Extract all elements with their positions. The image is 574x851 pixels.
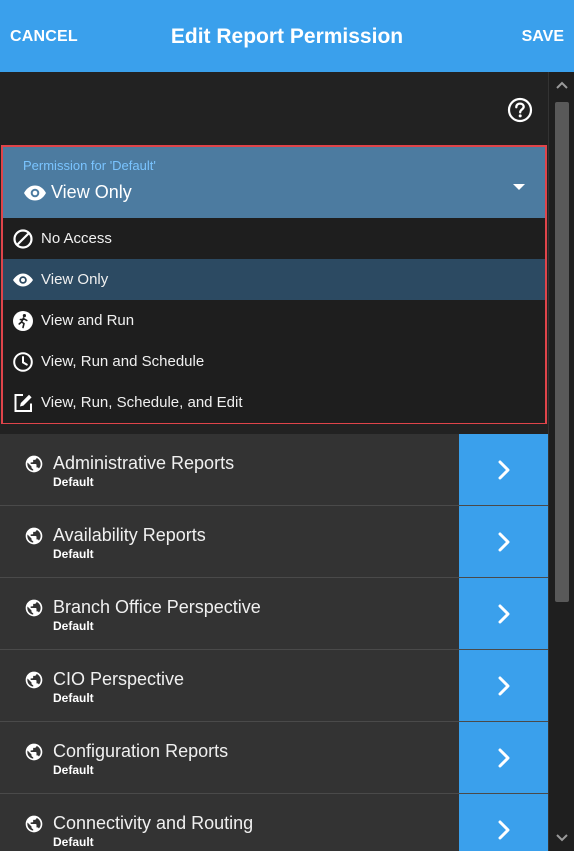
- page-title: Edit Report Permission: [170, 25, 404, 48]
- edit-icon: [12, 392, 34, 414]
- chevron-right-icon: [498, 460, 509, 479]
- save-button[interactable]: SAVE: [522, 28, 564, 46]
- option-label: No Access: [41, 230, 112, 247]
- eye-icon: [12, 269, 34, 291]
- globe-icon: [24, 742, 44, 762]
- option-label: View Only: [41, 271, 109, 288]
- permission-value: View Only: [51, 182, 132, 202]
- scroll-up-icon[interactable]: [549, 74, 574, 96]
- open-report-button[interactable]: [459, 578, 548, 649]
- option-label: View, Run, Schedule, and Edit: [41, 394, 243, 411]
- option-view-run-schedule-edit[interactable]: View, Run, Schedule, and Edit: [3, 382, 545, 423]
- option-no-access[interactable]: No Access: [3, 218, 545, 259]
- scroll-down-icon[interactable]: [549, 827, 574, 849]
- permission-label: Permission for 'Default': [23, 158, 156, 173]
- help-icon[interactable]: [506, 96, 534, 124]
- report-permission: Default: [53, 691, 94, 705]
- permission-dropdown: Permission for 'Default' View Only No Ac…: [1, 145, 547, 424]
- report-row-connectivity[interactable]: Connectivity and Routing Default: [0, 794, 548, 851]
- globe-icon: [24, 526, 44, 546]
- open-report-button[interactable]: [459, 650, 548, 721]
- option-label: View, Run and Schedule: [41, 353, 205, 370]
- app-header: CANCEL Edit Report Permission SAVE: [0, 0, 574, 72]
- open-report-button[interactable]: [459, 722, 548, 793]
- report-row-administrative[interactable]: Administrative Reports Default: [0, 434, 548, 506]
- report-permission: Default: [53, 547, 94, 561]
- option-view-run-schedule[interactable]: View, Run and Schedule: [3, 341, 545, 382]
- report-name: Administrative Reports: [53, 453, 235, 473]
- globe-icon: [24, 454, 44, 474]
- caret-down-icon[interactable]: [512, 179, 526, 190]
- block-icon: [12, 228, 34, 250]
- option-view-and-run[interactable]: View and Run: [3, 300, 545, 341]
- open-report-button[interactable]: [459, 794, 548, 851]
- report-row-configuration[interactable]: Configuration Reports Default: [0, 722, 548, 794]
- globe-icon: [24, 598, 44, 618]
- option-label: View and Run: [41, 312, 135, 329]
- eye-icon: [23, 184, 47, 202]
- report-name: Availability Reports: [53, 525, 206, 545]
- clock-icon: [12, 351, 34, 373]
- run-icon: [12, 310, 34, 332]
- chevron-right-icon: [498, 532, 509, 551]
- option-view-only[interactable]: View Only: [3, 259, 545, 300]
- open-report-button[interactable]: [459, 434, 548, 505]
- chevron-right-icon: [498, 748, 509, 767]
- globe-icon: [24, 814, 44, 834]
- report-permission: Default: [53, 763, 94, 777]
- report-row-branch-office[interactable]: Branch Office Perspective Default: [0, 578, 548, 650]
- report-permission: Default: [53, 835, 94, 849]
- app-window: CANCEL Edit Report Permission SAVE Admin…: [0, 0, 574, 851]
- report-list: Administrative Reports Default Availabil…: [0, 434, 548, 851]
- chevron-right-icon: [498, 676, 509, 695]
- vertical-scrollbar[interactable]: [548, 72, 574, 851]
- report-name: CIO Perspective: [53, 669, 185, 689]
- report-name: Branch Office Perspective: [53, 597, 261, 617]
- open-report-button[interactable]: [459, 506, 548, 577]
- report-permission: Default: [53, 619, 94, 633]
- scrollbar-thumb[interactable]: [555, 102, 569, 602]
- globe-icon: [24, 670, 44, 690]
- chevron-right-icon: [498, 820, 509, 839]
- report-name: Connectivity and Routing: [53, 813, 254, 833]
- chevron-right-icon: [498, 604, 509, 623]
- permission-options: No Access View Only View and Run View, R…: [3, 218, 545, 423]
- report-permission: Default: [53, 475, 94, 489]
- report-row-availability[interactable]: Availability Reports Default: [0, 506, 548, 578]
- permission-select[interactable]: Permission for 'Default' View Only: [3, 147, 545, 218]
- report-name: Configuration Reports: [53, 741, 229, 761]
- report-row-cio[interactable]: CIO Perspective Default: [0, 650, 548, 722]
